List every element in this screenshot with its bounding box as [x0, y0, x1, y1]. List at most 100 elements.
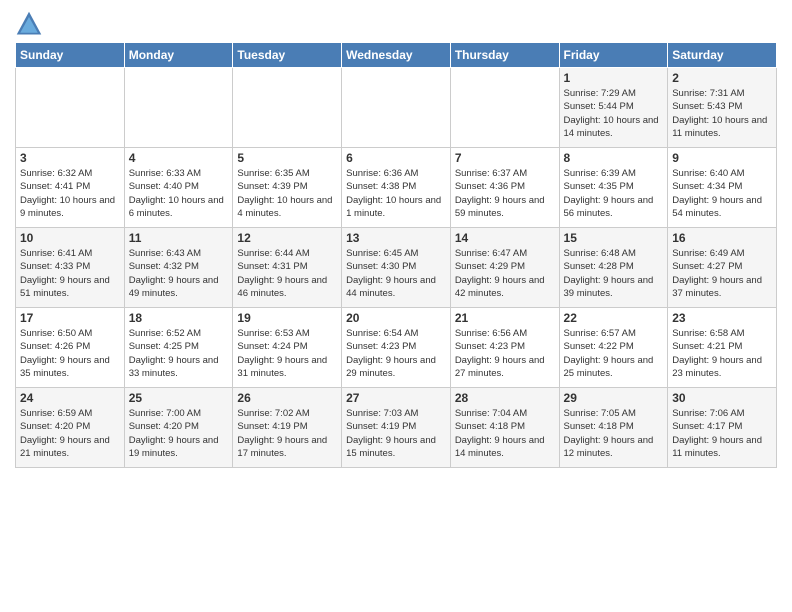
calendar-cell — [450, 68, 559, 148]
day-info: Sunrise: 7:03 AM Sunset: 4:19 PM Dayligh… — [346, 407, 446, 460]
calendar-cell: 26Sunrise: 7:02 AM Sunset: 4:19 PM Dayli… — [233, 388, 342, 468]
day-number: 7 — [455, 151, 555, 165]
day-number: 12 — [237, 231, 337, 245]
day-number: 19 — [237, 311, 337, 325]
day-info: Sunrise: 6:39 AM Sunset: 4:35 PM Dayligh… — [564, 167, 664, 220]
calendar-cell: 7 Sunrise: 6:37 AM Sunset: 4:36 PM Daylig… — [450, 148, 559, 228]
calendar-cell: 5 Sunrise: 6:35 AM Sunset: 4:39 PM Daylig… — [233, 148, 342, 228]
calendar-cell: 30Sunrise: 7:06 AM Sunset: 4:17 PM Dayli… — [668, 388, 777, 468]
calendar-cell: 9 Sunrise: 6:40 AM Sunset: 4:34 PM Daylig… — [668, 148, 777, 228]
calendar-table: SundayMondayTuesdayWednesdayThursdayFrid… — [15, 42, 777, 468]
day-info: Sunrise: 6:54 AM Sunset: 4:23 PM Dayligh… — [346, 327, 446, 380]
day-number: 5 — [237, 151, 337, 165]
calendar-cell: 14Sunrise: 6:47 AM Sunset: 4:29 PM Dayli… — [450, 228, 559, 308]
day-info: Sunrise: 6:37 AM Sunset: 4:36 PM Dayligh… — [455, 167, 555, 220]
day-info: Sunrise: 6:35 AM Sunset: 4:39 PM Dayligh… — [237, 167, 337, 220]
day-number: 13 — [346, 231, 446, 245]
calendar-container: SundayMondayTuesdayWednesdayThursdayFrid… — [0, 0, 792, 478]
calendar-week-4: 17 Sunrise: 6:50 AM Sunset: 4:26 PM Dayli… — [16, 308, 777, 388]
calendar-cell: 28Sunrise: 7:04 AM Sunset: 4:18 PM Dayli… — [450, 388, 559, 468]
day-number: 14 — [455, 231, 555, 245]
header — [15, 10, 777, 38]
col-header-monday: Monday — [124, 43, 233, 68]
calendar-cell — [124, 68, 233, 148]
calendar-cell: 18 Sunrise: 6:52 AM Sunset: 4:25 PM Dayli… — [124, 308, 233, 388]
day-info: Sunrise: 6:36 AM Sunset: 4:38 PM Dayligh… — [346, 167, 446, 220]
day-number: 11 — [129, 231, 229, 245]
day-info: Sunrise: 7:29 AM Sunset: 5:44 PM Dayligh… — [564, 87, 664, 140]
day-info: Sunrise: 6:50 AM Sunset: 4:26 PM Dayligh… — [20, 327, 120, 380]
calendar-cell: 24 Sunrise: 6:59 AM Sunset: 4:20 PM Dayli… — [16, 388, 125, 468]
logo — [15, 14, 45, 38]
calendar-cell: 27 Sunrise: 7:03 AM Sunset: 4:19 PM Dayli… — [342, 388, 451, 468]
day-info: Sunrise: 7:31 AM Sunset: 5:43 PM Dayligh… — [672, 87, 772, 140]
calendar-week-1: 1 Sunrise: 7:29 AM Sunset: 5:44 PM Daylig… — [16, 68, 777, 148]
col-header-friday: Friday — [559, 43, 668, 68]
calendar-cell: 20 Sunrise: 6:54 AM Sunset: 4:23 PM Dayli… — [342, 308, 451, 388]
calendar-cell: 11 Sunrise: 6:43 AM Sunset: 4:32 PM Dayli… — [124, 228, 233, 308]
day-number: 27 — [346, 391, 446, 405]
calendar-cell: 4 Sunrise: 6:33 AM Sunset: 4:40 PM Daylig… — [124, 148, 233, 228]
calendar-cell: 29Sunrise: 7:05 AM Sunset: 4:18 PM Dayli… — [559, 388, 668, 468]
day-number: 1 — [564, 71, 664, 85]
calendar-cell: 8 Sunrise: 6:39 AM Sunset: 4:35 PM Daylig… — [559, 148, 668, 228]
calendar-cell: 23Sunrise: 6:58 AM Sunset: 4:21 PM Dayli… — [668, 308, 777, 388]
day-number: 30 — [672, 391, 772, 405]
calendar-cell: 12 Sunrise: 6:44 AM Sunset: 4:31 PM Dayli… — [233, 228, 342, 308]
day-info: Sunrise: 6:53 AM Sunset: 4:24 PM Dayligh… — [237, 327, 337, 380]
day-number: 22 — [564, 311, 664, 325]
day-number: 8 — [564, 151, 664, 165]
calendar-cell: 1 Sunrise: 7:29 AM Sunset: 5:44 PM Daylig… — [559, 68, 668, 148]
day-number: 9 — [672, 151, 772, 165]
day-number: 26 — [237, 391, 337, 405]
calendar-cell: 19 Sunrise: 6:53 AM Sunset: 4:24 PM Dayli… — [233, 308, 342, 388]
calendar-cell — [233, 68, 342, 148]
calendar-cell: 21 Sunrise: 6:56 AM Sunset: 4:23 PM Dayli… — [450, 308, 559, 388]
day-info: Sunrise: 6:52 AM Sunset: 4:25 PM Dayligh… — [129, 327, 229, 380]
logo-icon — [15, 10, 43, 38]
calendar-cell: 2 Sunrise: 7:31 AM Sunset: 5:43 PM Daylig… — [668, 68, 777, 148]
day-number: 24 — [20, 391, 120, 405]
day-number: 21 — [455, 311, 555, 325]
day-number: 15 — [564, 231, 664, 245]
day-info: Sunrise: 6:59 AM Sunset: 4:20 PM Dayligh… — [20, 407, 120, 460]
day-info: Sunrise: 6:49 AM Sunset: 4:27 PM Dayligh… — [672, 247, 772, 300]
day-info: Sunrise: 7:00 AM Sunset: 4:20 PM Dayligh… — [129, 407, 229, 460]
col-header-saturday: Saturday — [668, 43, 777, 68]
day-info: Sunrise: 6:40 AM Sunset: 4:34 PM Dayligh… — [672, 167, 772, 220]
calendar-cell: 13 Sunrise: 6:45 AM Sunset: 4:30 PM Dayli… — [342, 228, 451, 308]
day-info: Sunrise: 6:56 AM Sunset: 4:23 PM Dayligh… — [455, 327, 555, 380]
day-number: 3 — [20, 151, 120, 165]
col-header-tuesday: Tuesday — [233, 43, 342, 68]
day-info: Sunrise: 7:05 AM Sunset: 4:18 PM Dayligh… — [564, 407, 664, 460]
day-number: 2 — [672, 71, 772, 85]
col-header-thursday: Thursday — [450, 43, 559, 68]
calendar-cell — [16, 68, 125, 148]
day-info: Sunrise: 6:57 AM Sunset: 4:22 PM Dayligh… — [564, 327, 664, 380]
day-number: 20 — [346, 311, 446, 325]
day-info: Sunrise: 6:32 AM Sunset: 4:41 PM Dayligh… — [20, 167, 120, 220]
day-info: Sunrise: 6:33 AM Sunset: 4:40 PM Dayligh… — [129, 167, 229, 220]
day-info: Sunrise: 6:41 AM Sunset: 4:33 PM Dayligh… — [20, 247, 120, 300]
calendar-week-2: 3 Sunrise: 6:32 AM Sunset: 4:41 PM Daylig… — [16, 148, 777, 228]
calendar-cell: 17 Sunrise: 6:50 AM Sunset: 4:26 PM Dayli… — [16, 308, 125, 388]
calendar-cell: 25 Sunrise: 7:00 AM Sunset: 4:20 PM Dayli… — [124, 388, 233, 468]
day-number: 10 — [20, 231, 120, 245]
day-info: Sunrise: 6:48 AM Sunset: 4:28 PM Dayligh… — [564, 247, 664, 300]
day-number: 4 — [129, 151, 229, 165]
day-info: Sunrise: 6:45 AM Sunset: 4:30 PM Dayligh… — [346, 247, 446, 300]
day-info: Sunrise: 6:43 AM Sunset: 4:32 PM Dayligh… — [129, 247, 229, 300]
calendar-week-5: 24 Sunrise: 6:59 AM Sunset: 4:20 PM Dayli… — [16, 388, 777, 468]
day-number: 18 — [129, 311, 229, 325]
day-info: Sunrise: 6:44 AM Sunset: 4:31 PM Dayligh… — [237, 247, 337, 300]
calendar-cell: 10 Sunrise: 6:41 AM Sunset: 4:33 PM Dayli… — [16, 228, 125, 308]
col-header-sunday: Sunday — [16, 43, 125, 68]
day-number: 28 — [455, 391, 555, 405]
day-info: Sunrise: 6:58 AM Sunset: 4:21 PM Dayligh… — [672, 327, 772, 380]
calendar-cell: 6Sunrise: 6:36 AM Sunset: 4:38 PM Daylig… — [342, 148, 451, 228]
day-number: 17 — [20, 311, 120, 325]
calendar-cell — [342, 68, 451, 148]
calendar-week-3: 10 Sunrise: 6:41 AM Sunset: 4:33 PM Dayli… — [16, 228, 777, 308]
day-number: 25 — [129, 391, 229, 405]
calendar-cell: 16Sunrise: 6:49 AM Sunset: 4:27 PM Dayli… — [668, 228, 777, 308]
